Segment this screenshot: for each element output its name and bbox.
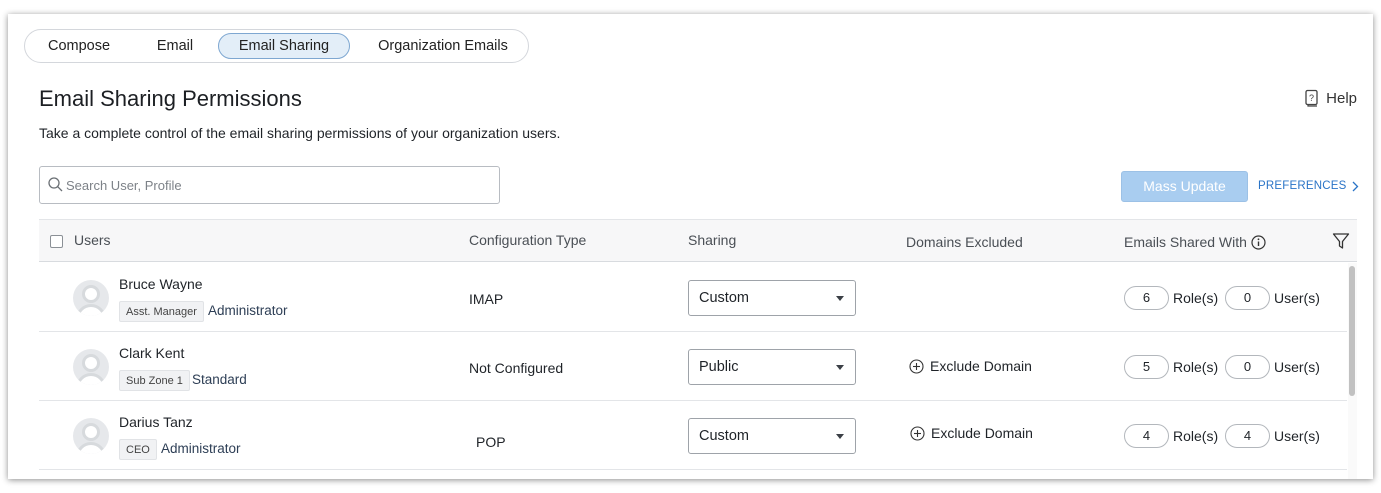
search-box [39,166,500,204]
roles-count-pill[interactable]: 5 [1124,355,1169,379]
email-sharing-page: Compose Email Email Sharing Organization… [8,14,1373,479]
profile-label: Administrator [208,303,288,318]
roles-label: Role(s) [1173,359,1219,375]
column-configuration-type[interactable]: Configuration Type [469,232,586,248]
roles-label: Role(s) [1173,290,1219,306]
avatar-icon [73,349,109,385]
caret-down-icon [836,434,844,439]
sharing-value: Custom [699,428,749,444]
role-badge: CEO [119,439,157,460]
sharing-select[interactable]: Custom [688,280,856,316]
exclude-domain-button[interactable]: Exclude Domain [910,425,1033,441]
roles-count-pill[interactable]: 6 [1124,286,1169,310]
users-count-pill[interactable]: 0 [1225,286,1270,310]
help-link[interactable]: ? Help [1304,89,1357,107]
caret-down-icon [836,365,844,370]
configuration-type: Not Configured [469,360,564,376]
page-title: Email Sharing Permissions [39,86,302,111]
page-subtitle: Take a complete control of the email sha… [39,125,561,141]
table-row: Clark Kent Sub Zone 1 Standard Not Confi… [39,332,1347,401]
user-name: Bruce Wayne [119,276,203,292]
profile-label: Administrator [161,441,241,456]
users-label: User(s) [1274,428,1320,444]
column-emails-shared-with[interactable]: Emails Shared With [1124,234,1266,250]
table-row: Darius Tanz CEO Administrator POP Custom… [39,401,1347,470]
configuration-type: POP [476,434,506,450]
scrollbar-thumb[interactable] [1349,266,1355,396]
preferences-label: PREFERENCES [1258,180,1347,192]
table-row: Bruce Wayne Asst. Manager Administrator … [39,263,1347,332]
sharing-value: Custom [699,290,749,306]
caret-down-icon [836,296,844,301]
user-name: Clark Kent [119,345,185,361]
sharing-select[interactable]: Custom [688,418,856,454]
plus-circle-icon [910,425,925,441]
roles-label: Role(s) [1173,428,1219,444]
chevron-right-icon [1353,181,1359,191]
users-label: User(s) [1274,290,1320,306]
plus-circle-icon [909,358,924,374]
help-book-icon: ? [1305,89,1318,107]
filter-icon[interactable] [1332,232,1350,250]
sharing-select[interactable]: Public [688,349,856,385]
help-label: Help [1326,89,1357,107]
role-badge: Asst. Manager [119,301,204,322]
tab-bar: Compose Email Email Sharing Organization… [24,29,529,63]
tab-email-sharing[interactable]: Email Sharing [218,33,350,59]
exclude-domain-button[interactable]: Exclude Domain [909,358,1032,374]
preferences-link[interactable]: PREFERENCES [1258,180,1359,192]
select-all-checkbox[interactable] [50,235,63,248]
avatar-icon [73,418,109,454]
user-name: Darius Tanz [119,414,193,430]
info-icon[interactable] [1251,234,1266,250]
profile-label: Standard [192,372,247,387]
configuration-type: IMAP [469,291,504,307]
role-badge: Sub Zone 1 [119,370,190,391]
tab-compose[interactable]: Compose [37,33,121,59]
avatar-icon [73,280,109,316]
search-icon [48,177,63,192]
column-domains-excluded[interactable]: Domains Excluded [906,234,1023,250]
users-count-pill[interactable]: 0 [1225,355,1270,379]
column-emails-shared-with-label: Emails Shared With [1124,234,1247,250]
tab-email[interactable]: Email [145,33,205,59]
users-label: User(s) [1274,359,1320,375]
tab-organization-emails[interactable]: Organization Emails [365,33,521,59]
svg-text:?: ? [1309,93,1314,103]
table-header: Users Configuration Type Sharing Domains… [39,219,1357,262]
exclude-domain-label: Exclude Domain [931,425,1033,441]
roles-count-pill[interactable]: 4 [1124,424,1169,448]
column-sharing[interactable]: Sharing [688,232,736,248]
column-users[interactable]: Users [74,232,111,248]
search-input[interactable] [66,167,486,203]
mass-update-button[interactable]: Mass Update [1121,171,1248,202]
sharing-value: Public [699,359,739,375]
exclude-domain-label: Exclude Domain [930,358,1032,374]
users-count-pill[interactable]: 4 [1225,424,1270,448]
